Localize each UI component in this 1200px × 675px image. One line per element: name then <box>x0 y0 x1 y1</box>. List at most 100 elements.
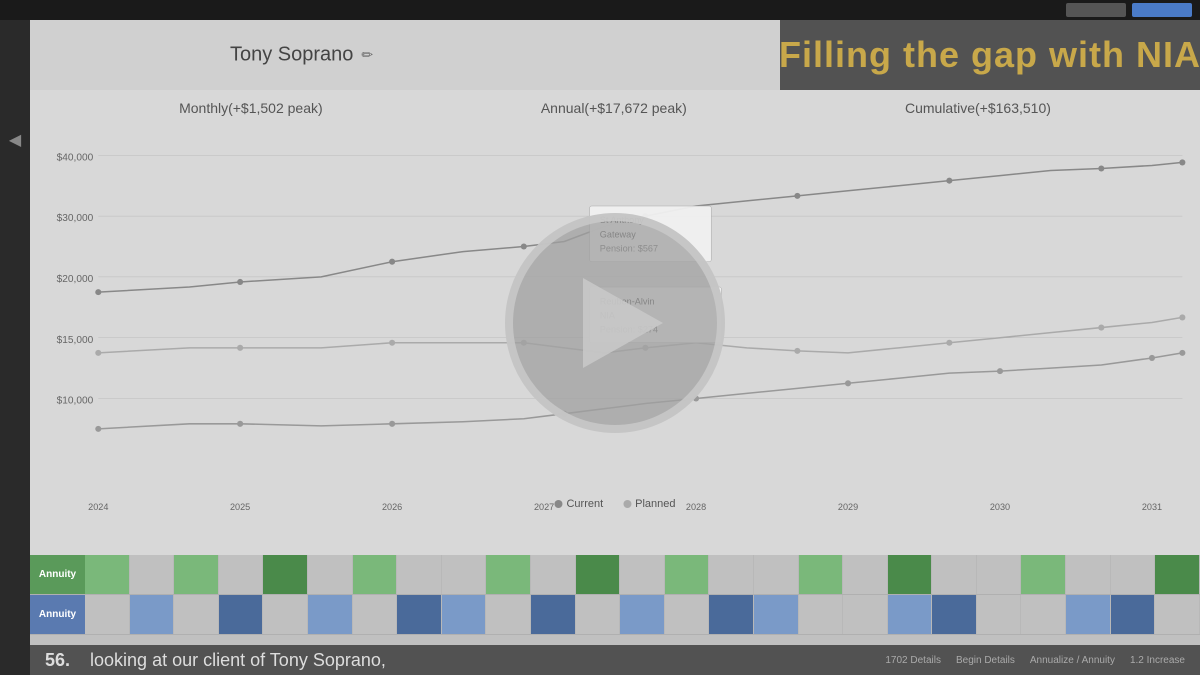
timeline-cell[interactable] <box>130 595 175 634</box>
timeline-cell[interactable] <box>843 595 888 634</box>
legend-planned-dot <box>623 500 631 508</box>
svg-text:$40,000: $40,000 <box>57 152 94 163</box>
screen: ◀ Tony Soprano ✏ Filling the gap with NI… <box>0 0 1200 675</box>
timeline-cell[interactable] <box>665 595 710 634</box>
timeline-cell[interactable] <box>174 595 219 634</box>
svg-text:$30,000: $30,000 <box>57 213 94 224</box>
timeline-cell[interactable] <box>308 595 353 634</box>
timeline-cell[interactable] <box>1111 555 1156 594</box>
timeline-cell[interactable] <box>709 595 754 634</box>
timeline-cell[interactable] <box>932 555 977 594</box>
svg-text:2024: 2024 <box>88 502 108 512</box>
top-bar-button1[interactable] <box>1066 3 1126 17</box>
svg-text:2029: 2029 <box>838 502 858 512</box>
caption-detail-4: 1.2 Increase <box>1130 655 1185 666</box>
timeline-cell[interactable] <box>219 595 264 634</box>
timeline-cell[interactable] <box>85 595 130 634</box>
chart-legend: Current Planned <box>554 498 675 510</box>
chart-tab-monthly[interactable]: Monthly(+$1,502 peak) <box>179 100 323 116</box>
legend-current: Current <box>554 498 603 510</box>
legend-planned-label: Planned <box>635 498 675 510</box>
svg-text:$15,000: $15,000 <box>57 335 94 346</box>
timeline-cell[interactable] <box>130 555 175 594</box>
caption-details: 1702 Details Begin Details Annualize / A… <box>885 655 1185 666</box>
timeline-cell[interactable] <box>486 555 531 594</box>
timeline-cell[interactable] <box>620 595 665 634</box>
timeline-cell[interactable] <box>1111 595 1156 634</box>
timeline-cell[interactable] <box>353 555 398 594</box>
timeline-cell[interactable] <box>754 555 799 594</box>
person-name: Tony Soprano <box>230 44 353 67</box>
timeline-cell[interactable] <box>1066 595 1111 634</box>
timeline-cell[interactable] <box>799 595 844 634</box>
timeline-cell[interactable] <box>1066 555 1111 594</box>
timeline-label-2-text: Annuity <box>39 609 76 620</box>
timeline-cell[interactable] <box>799 555 844 594</box>
timeline-cell[interactable] <box>531 555 576 594</box>
timeline-grid: Annuity <box>30 555 1200 645</box>
timeline-cell[interactable] <box>932 595 977 634</box>
timeline-cell[interactable] <box>977 555 1022 594</box>
timeline-cell[interactable] <box>263 555 308 594</box>
timeline-cell[interactable] <box>888 595 933 634</box>
timeline-cell[interactable] <box>531 595 576 634</box>
chart-tab-cumulative[interactable]: Cumulative(+$163,510) <box>905 100 1051 116</box>
legend-current-label: Current <box>566 498 603 510</box>
main-title: Filling the gap with NIA <box>780 34 1200 76</box>
timeline-cell[interactable] <box>308 555 353 594</box>
title-overlay: Filling the gap with NIA <box>780 20 1200 90</box>
svg-text:$20,000: $20,000 <box>57 274 94 285</box>
timeline-cells-1 <box>85 555 1200 594</box>
timeline-cell[interactable] <box>888 555 933 594</box>
timeline-cell[interactable] <box>709 555 754 594</box>
svg-text:2030: 2030 <box>990 502 1010 512</box>
bottom-section: Annuity <box>30 555 1200 675</box>
timeline-cell[interactable] <box>174 555 219 594</box>
svg-text:2026: 2026 <box>382 502 402 512</box>
timeline-cell[interactable] <box>576 555 621 594</box>
chart-area: Monthly(+$1,502 peak) Annual(+$17,672 pe… <box>30 90 1200 555</box>
sidebar-arrow-icon[interactable]: ◀ <box>9 130 21 150</box>
edit-icon[interactable]: ✏ <box>361 47 373 64</box>
timeline-cell[interactable] <box>219 555 264 594</box>
timeline-cell[interactable] <box>353 595 398 634</box>
timeline-cell[interactable] <box>263 595 308 634</box>
timeline-cell[interactable] <box>1021 595 1066 634</box>
timeline-label-1-text: Annuity <box>39 569 76 580</box>
svg-text:2025: 2025 <box>230 502 250 512</box>
timeline-cell[interactable] <box>486 595 531 634</box>
caption-detail-2: Begin Details <box>956 655 1015 666</box>
chart-tabs: Monthly(+$1,502 peak) Annual(+$17,672 pe… <box>30 90 1200 126</box>
svg-text:2031: 2031 <box>1142 502 1162 512</box>
timeline-cell[interactable] <box>977 595 1022 634</box>
timeline-label-annuity-1: Annuity <box>30 555 85 594</box>
timeline-cell[interactable] <box>1155 555 1200 594</box>
timeline-cell[interactable] <box>442 555 487 594</box>
chart-tab-annual[interactable]: Annual(+$17,672 peak) <box>541 100 687 116</box>
timeline-cell[interactable] <box>754 595 799 634</box>
timeline-row-1: Annuity <box>30 555 1200 595</box>
timeline-cell[interactable] <box>85 555 130 594</box>
timeline-cell[interactable] <box>1021 555 1066 594</box>
person-name-section: Tony Soprano ✏ <box>230 44 373 67</box>
timeline-cell[interactable] <box>442 595 487 634</box>
timeline-cell[interactable] <box>397 555 442 594</box>
timeline-cells-2 <box>85 595 1200 634</box>
top-bar <box>0 0 1200 20</box>
top-bar-button2[interactable] <box>1132 3 1192 17</box>
legend-planned: Planned <box>623 498 675 510</box>
caption-number: 56. <box>45 650 70 671</box>
timeline-cell[interactable] <box>397 595 442 634</box>
timeline-cell[interactable] <box>665 555 710 594</box>
timeline-cell[interactable] <box>620 555 665 594</box>
header-row: Tony Soprano ✏ Filling the gap with NIA <box>30 20 1200 90</box>
main-content: Tony Soprano ✏ Filling the gap with NIA … <box>30 20 1200 675</box>
play-button[interactable] <box>505 213 725 433</box>
timeline-cell[interactable] <box>576 595 621 634</box>
svg-text:2028: 2028 <box>686 502 706 512</box>
timeline-cell[interactable] <box>1155 595 1200 634</box>
play-overlay <box>505 213 725 433</box>
timeline-row-2: Annuity <box>30 595 1200 635</box>
caption-text: looking at our client of Tony Soprano, <box>90 650 386 671</box>
timeline-cell[interactable] <box>843 555 888 594</box>
